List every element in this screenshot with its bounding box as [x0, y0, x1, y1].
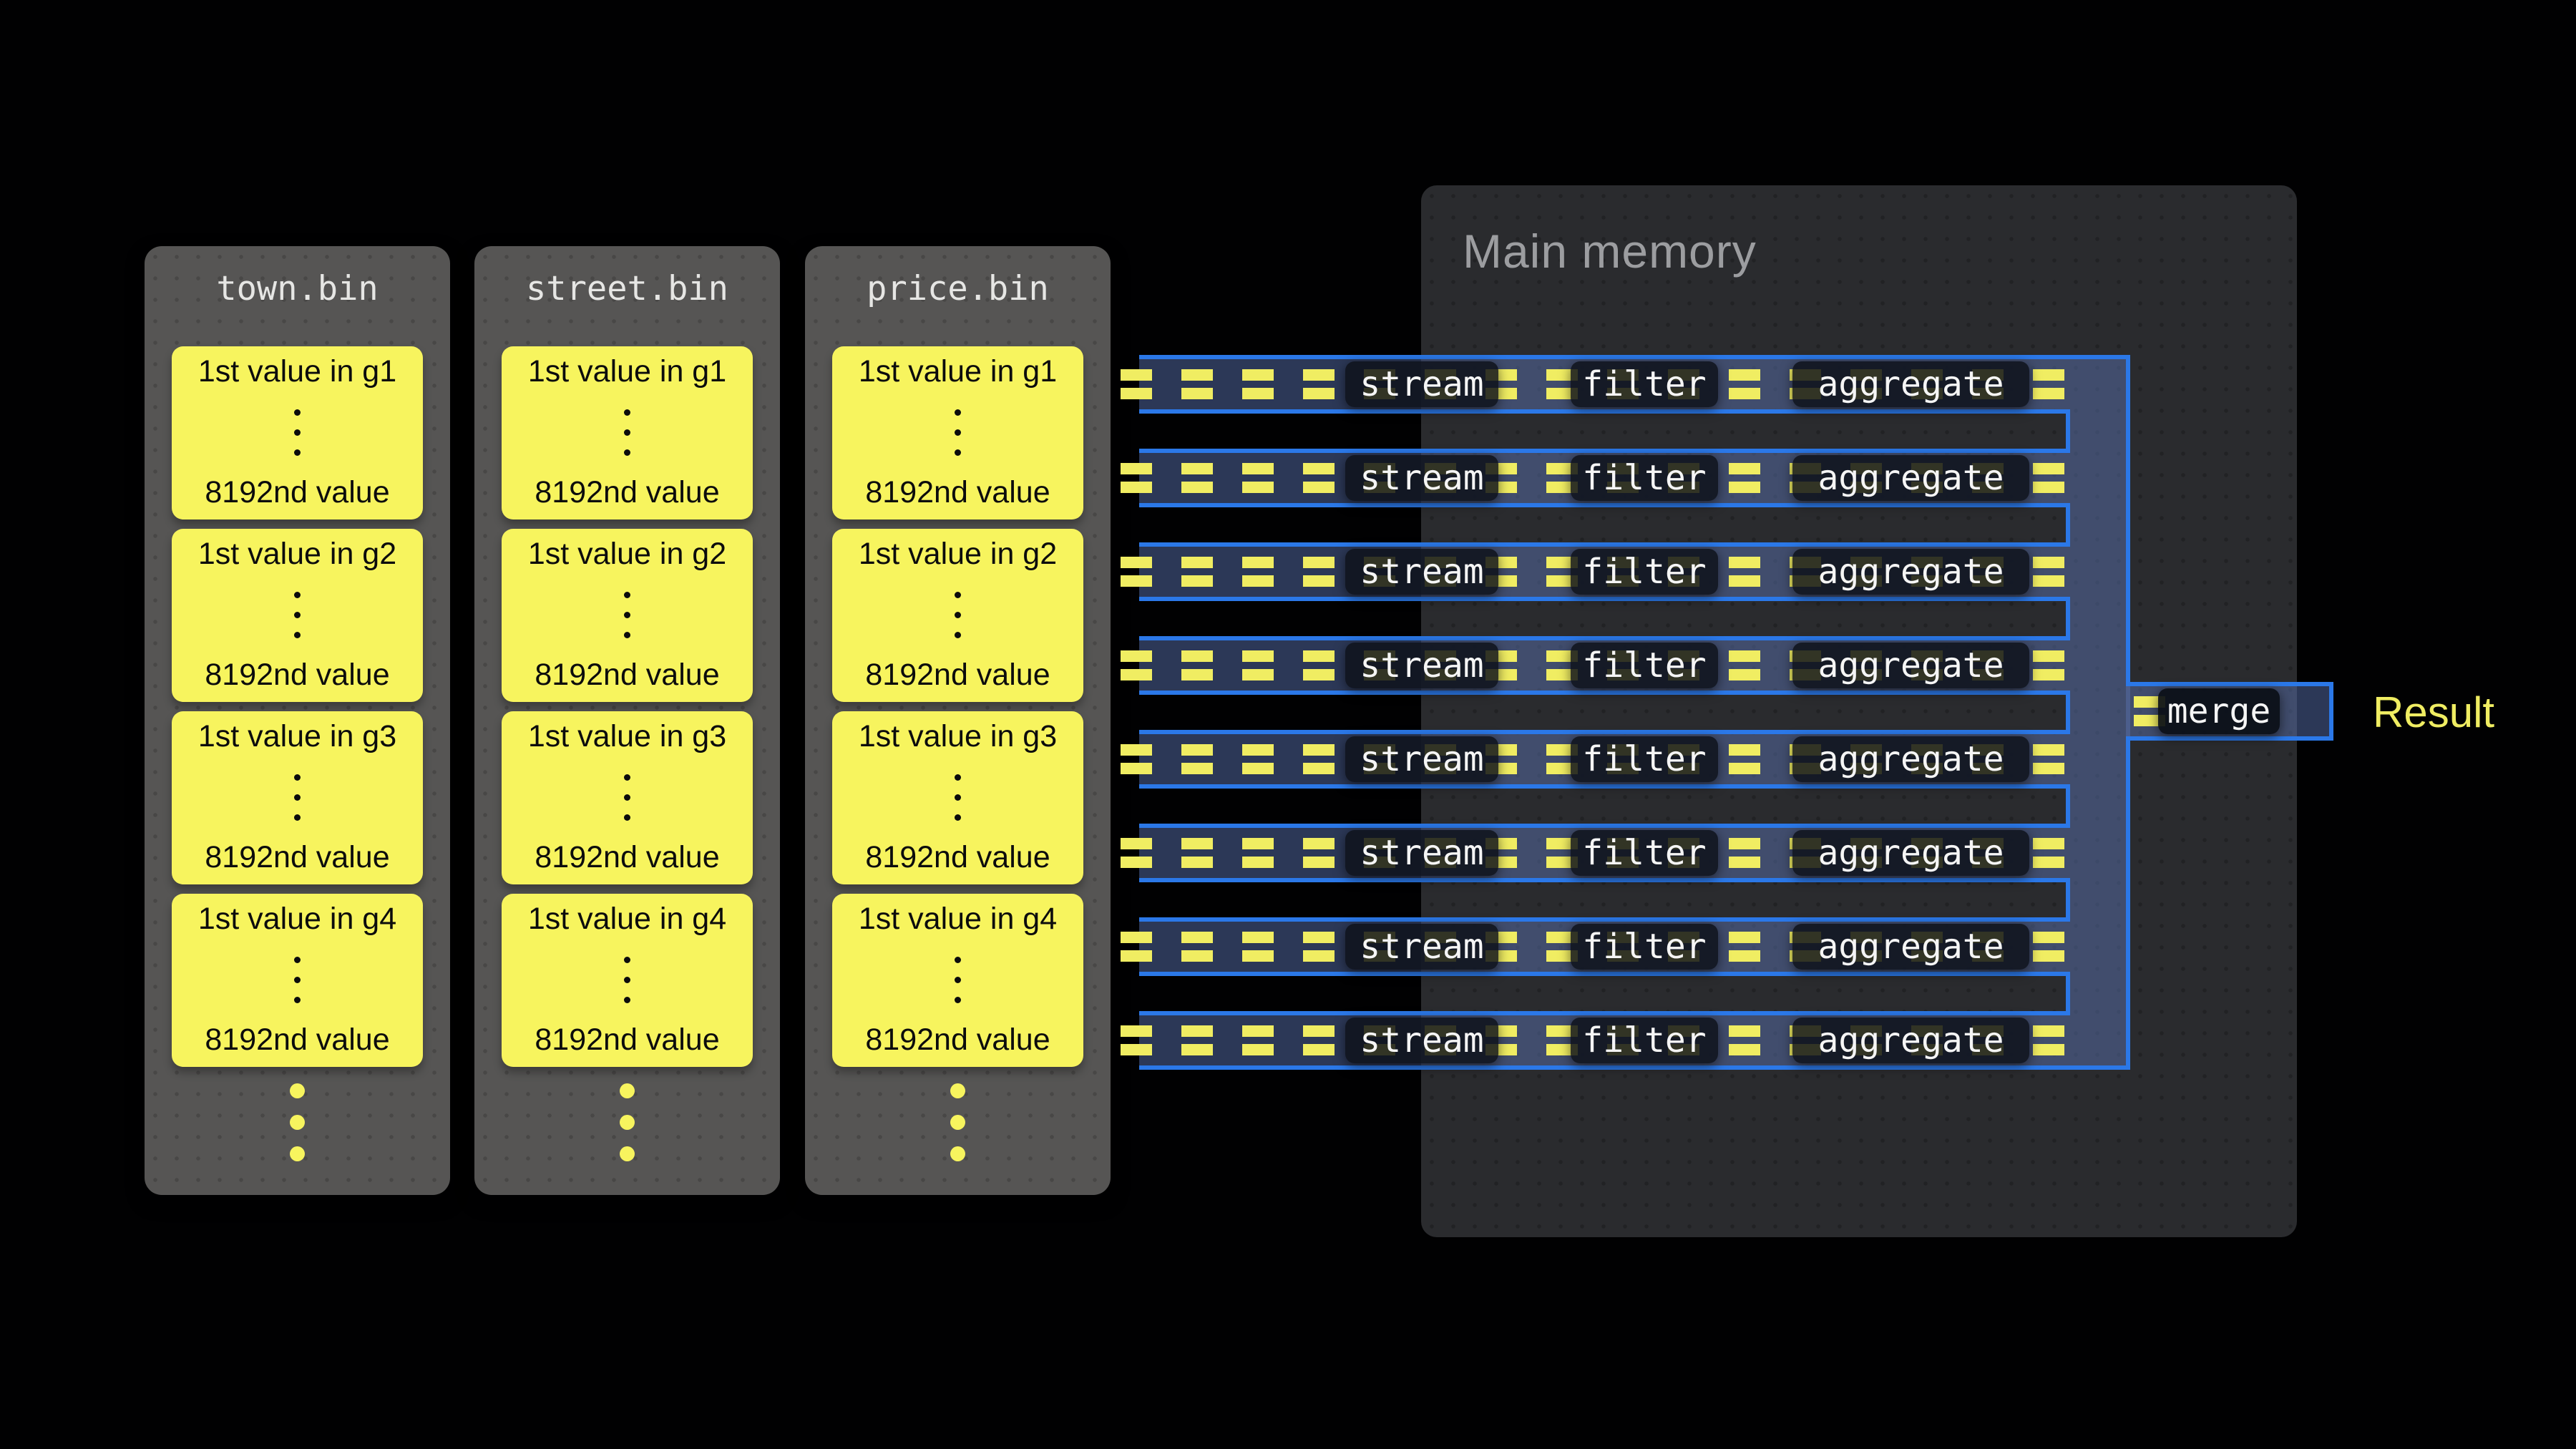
filter-operator-chip: filter	[1571, 643, 1718, 688]
pipeline-lane: stream filter aggregate	[1121, 355, 2064, 414]
aggregate-operator-chip: aggregate	[1792, 549, 2029, 595]
filter-operator-chip: filter	[1571, 1018, 1718, 1063]
pipeline-lane: stream filter aggregate	[1121, 730, 2064, 789]
stream-operator-chip: stream	[1345, 924, 1498, 970]
aggregate-operator-chip: aggregate	[1792, 924, 2029, 970]
stream-operator-chip: stream	[1345, 643, 1498, 688]
pipeline-lane: stream filter aggregate	[1121, 1011, 2064, 1070]
diagram-canvas: town.bin 1st value in g1 8192nd value 1s…	[0, 0, 2576, 1449]
pipeline-lane: stream filter aggregate	[1121, 449, 2064, 507]
stream-operator-chip: stream	[1345, 361, 1498, 407]
aggregate-operator-chip: aggregate	[1792, 455, 2029, 501]
pipeline-lane: stream filter aggregate	[1121, 542, 2064, 601]
pipeline-lane: stream filter aggregate	[1121, 824, 2064, 882]
filter-operator-chip: filter	[1571, 736, 1718, 782]
stream-operator-chip: stream	[1345, 1018, 1498, 1063]
filter-operator-chip: filter	[1571, 361, 1718, 407]
stream-operator-chip: stream	[1345, 455, 1498, 501]
merge-operator-chip: merge	[2158, 688, 2280, 734]
filter-operator-chip: filter	[1571, 455, 1718, 501]
pipeline-lane: stream filter aggregate	[1121, 917, 2064, 976]
pipeline-lane: stream filter aggregate	[1121, 636, 2064, 695]
aggregate-operator-chip: aggregate	[1792, 361, 2029, 407]
result-label: Result	[2373, 686, 2494, 738]
stream-operator-chip: stream	[1345, 736, 1498, 782]
aggregate-operator-chip: aggregate	[1792, 736, 2029, 782]
aggregate-operator-chip: aggregate	[1792, 643, 2029, 688]
aggregate-operator-chip: aggregate	[1792, 830, 2029, 876]
stream-operator-chip: stream	[1345, 549, 1498, 595]
stream-operator-chip: stream	[1345, 830, 1498, 876]
filter-operator-chip: filter	[1571, 924, 1718, 970]
aggregate-operator-chip: aggregate	[1792, 1018, 2029, 1063]
filter-operator-chip: filter	[1571, 830, 1718, 876]
filter-operator-chip: filter	[1571, 549, 1718, 595]
